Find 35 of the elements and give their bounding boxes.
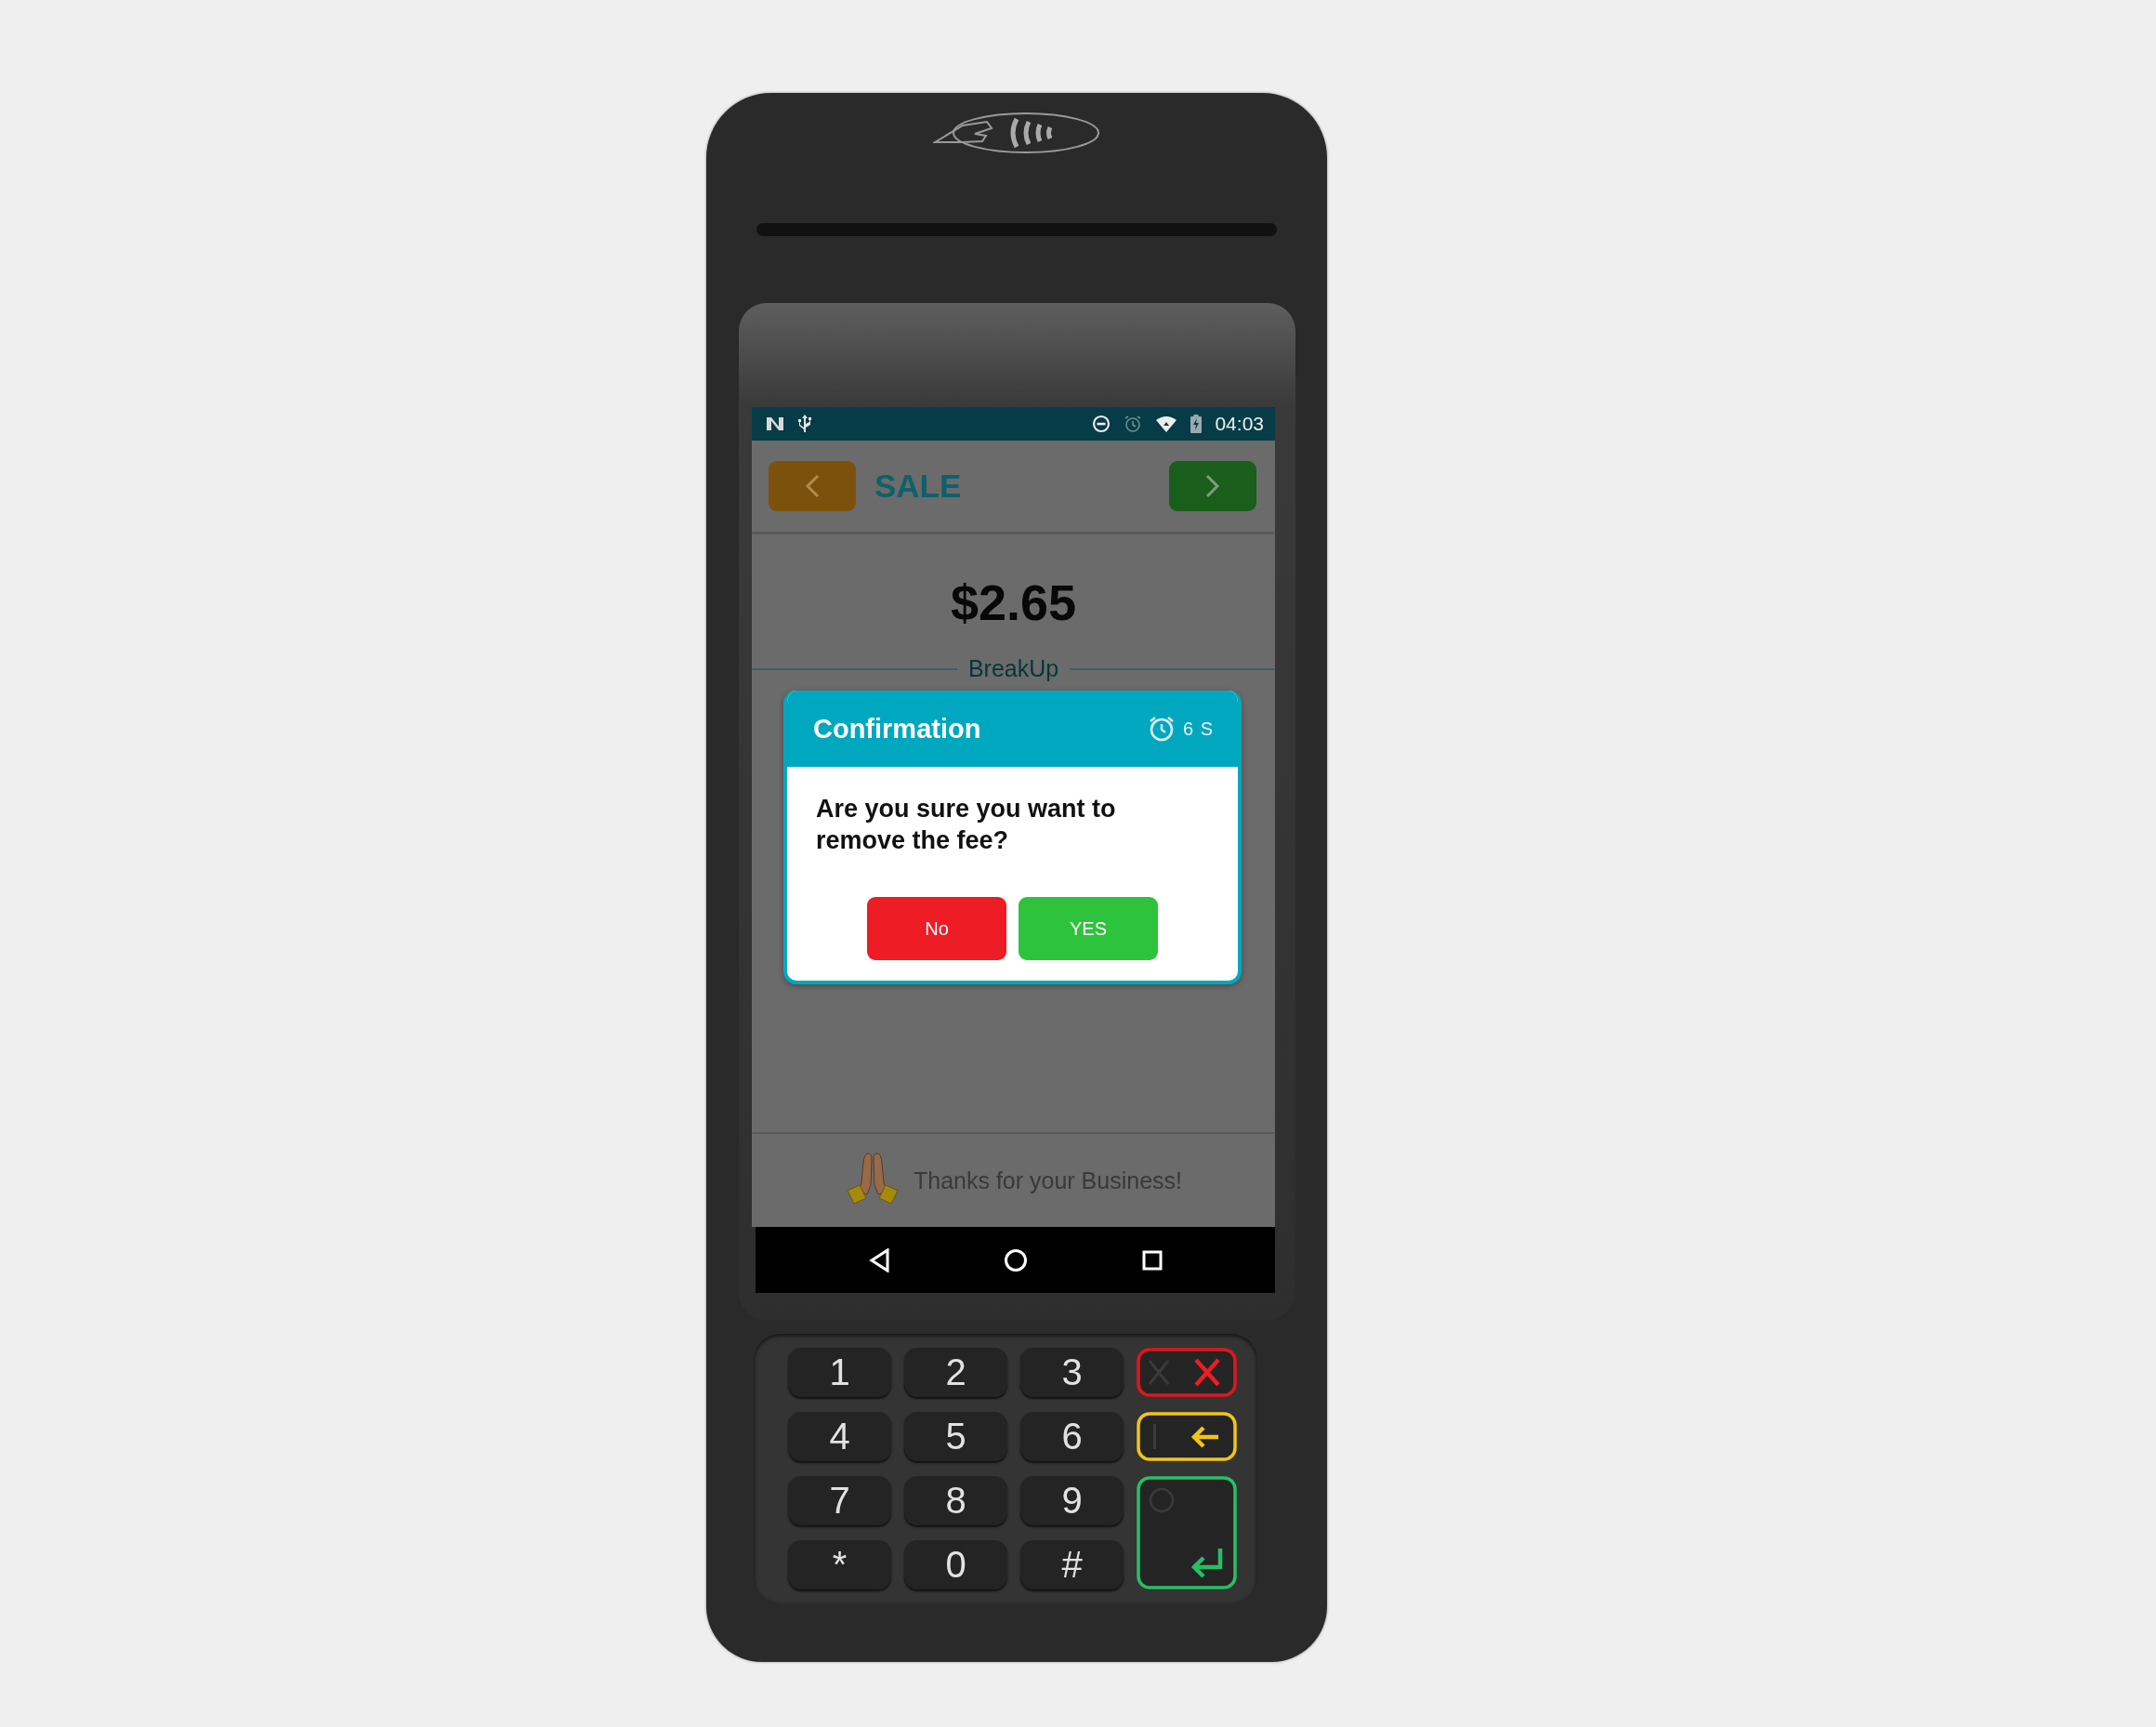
usb-icon xyxy=(798,414,811,434)
screen-title: SALE xyxy=(874,468,963,505)
no-button[interactable]: No xyxy=(867,897,1006,960)
keypad-key[interactable]: 3 xyxy=(1020,1348,1124,1397)
enter-key[interactable] xyxy=(1137,1476,1237,1589)
keypad-key[interactable]: 1 xyxy=(788,1348,891,1397)
chevron-right-icon xyxy=(1205,474,1220,498)
battery-charging-icon xyxy=(1190,415,1203,433)
keypad-key[interactable]: 6 xyxy=(1020,1412,1124,1461)
recent-apps-nav-icon[interactable] xyxy=(1141,1249,1163,1271)
countdown-timer: 6 S xyxy=(1182,718,1214,740)
sale-amount: $2.65 xyxy=(949,573,1078,631)
alarm-clock-icon xyxy=(1124,415,1143,433)
cancel-key[interactable] xyxy=(1137,1348,1237,1397)
do-not-disturb-icon xyxy=(1092,415,1111,433)
section-label: BreakUp xyxy=(967,655,1059,682)
back-nav-icon[interactable] xyxy=(868,1247,889,1272)
home-nav-icon[interactable] xyxy=(1003,1247,1028,1272)
keypad-key[interactable]: 5 xyxy=(904,1412,1007,1461)
clear-key[interactable] xyxy=(1137,1412,1237,1461)
nfc-icon xyxy=(765,415,785,432)
status-time: 04:03 xyxy=(1215,413,1264,435)
keypad-key[interactable]: 4 xyxy=(788,1412,891,1461)
dialog-title: Confirmation xyxy=(813,713,982,745)
keypad-key[interactable]: # xyxy=(1020,1540,1124,1589)
contactless-logo-icon xyxy=(933,110,1100,156)
keypad-key[interactable]: * xyxy=(788,1540,891,1589)
keypad-key[interactable]: 0 xyxy=(904,1540,1007,1589)
keypad-key[interactable]: 7 xyxy=(788,1476,891,1525)
keypad-key[interactable]: 9 xyxy=(1020,1476,1124,1525)
keypad-key[interactable]: 2 xyxy=(904,1348,1007,1397)
wifi-icon xyxy=(1155,415,1178,433)
chevron-left-icon xyxy=(805,474,820,498)
dialog-message: Are you sure you want to remove the fee? xyxy=(815,794,1117,856)
keypad-key[interactable]: 8 xyxy=(904,1476,1007,1525)
